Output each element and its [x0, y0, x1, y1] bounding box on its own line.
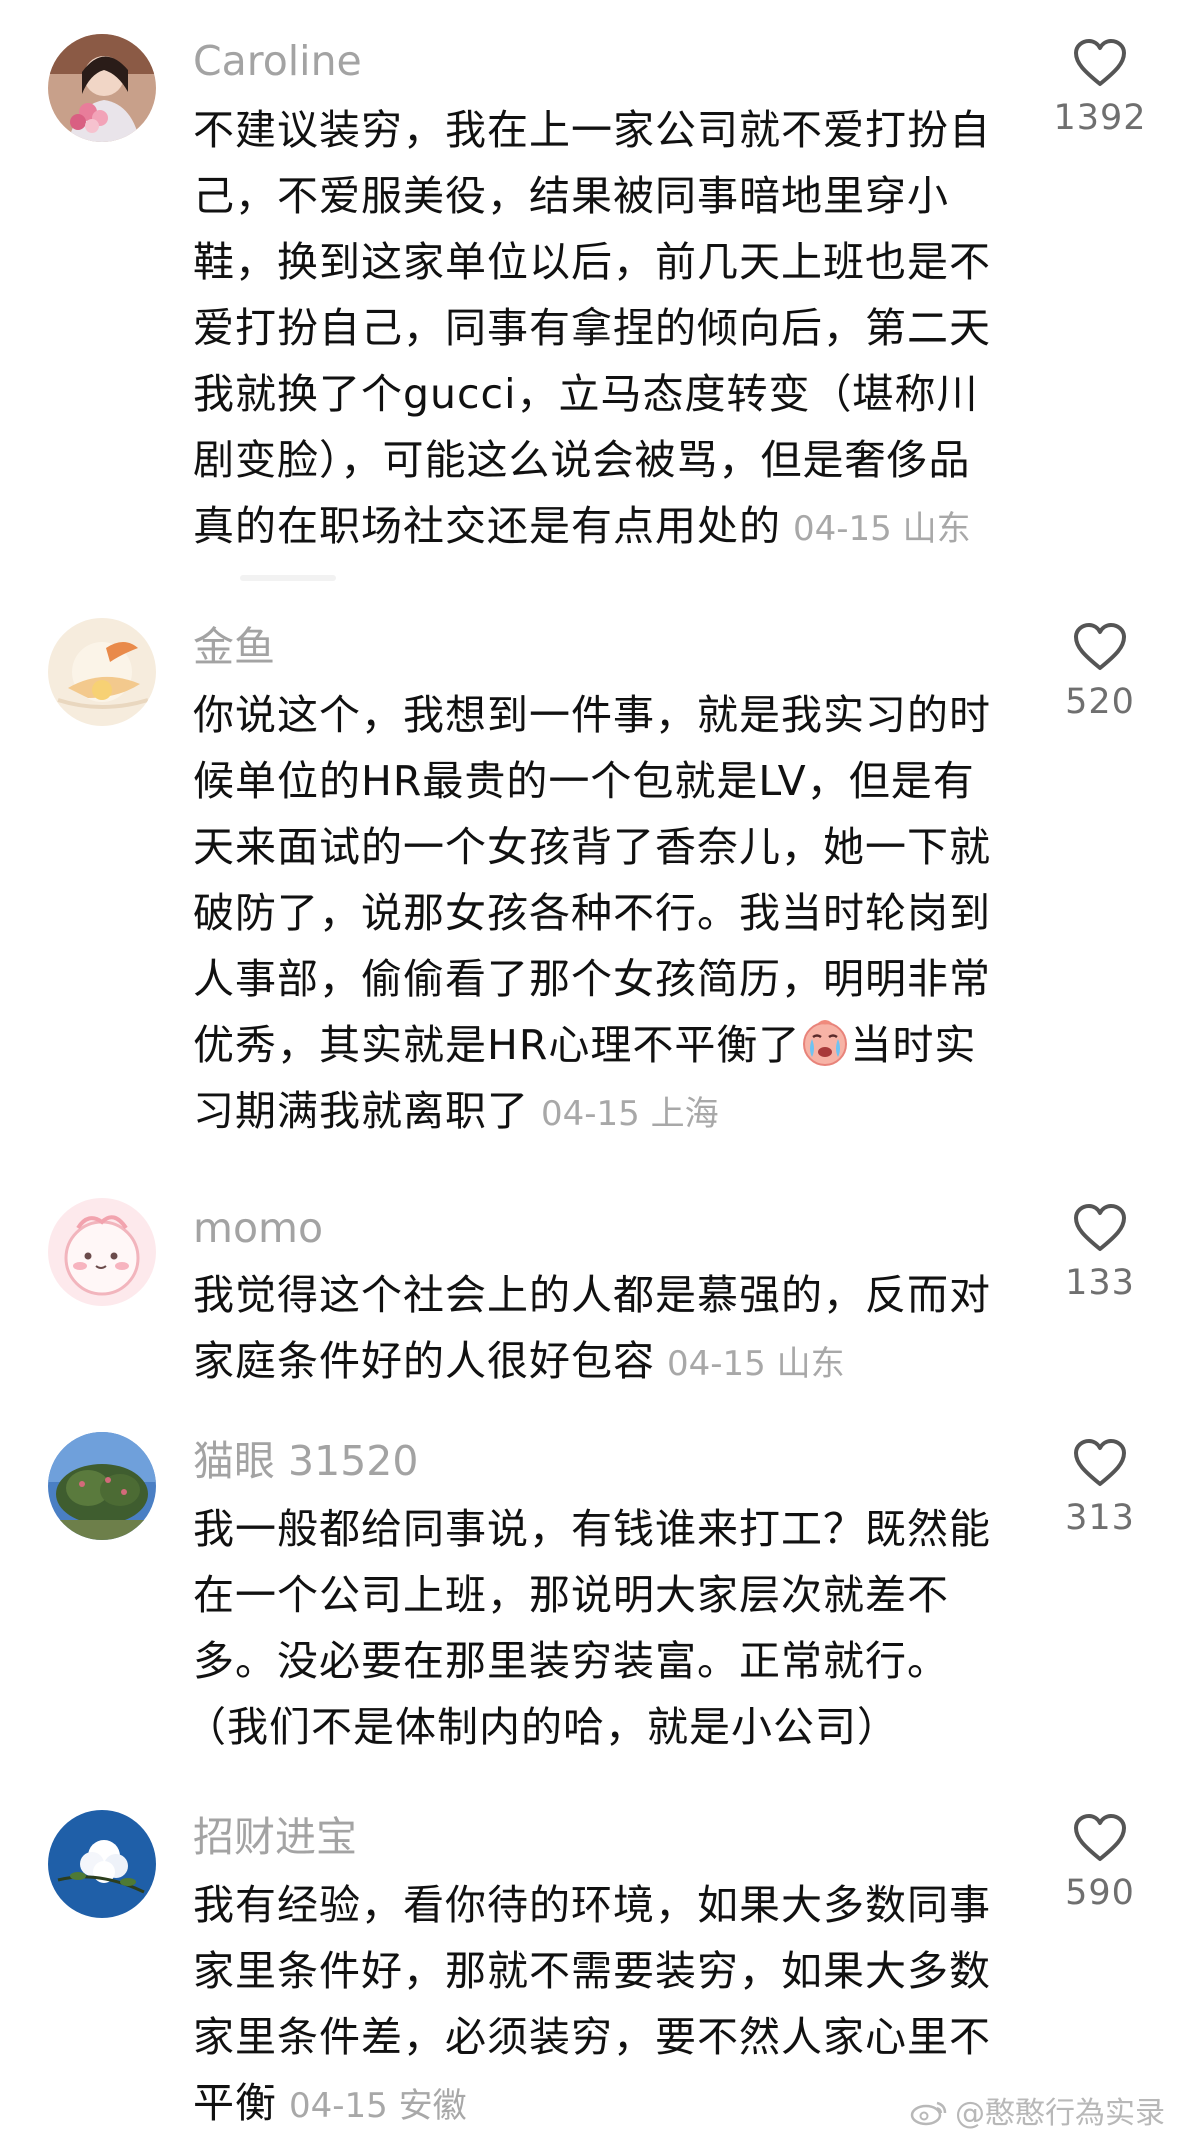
comment-line: 破防了，说那女孩各种不行。我当时轮岗到 — [193, 889, 991, 937]
comment-line: 人事部，偷偷看了那个女孩简历，明明非常 — [193, 955, 991, 1003]
avatar-image — [48, 618, 156, 726]
comment-line: 己，不爱服美役，结果被同事暗地里穿小 — [193, 172, 949, 220]
username[interactable]: momo — [193, 1203, 323, 1253]
comment-line: 不建议装穷，我在上一家公司就不爱打扮自 — [193, 106, 991, 154]
like-button[interactable]: 313 — [1045, 1438, 1155, 1538]
comment-meta: 04-15 安徽 — [289, 2086, 467, 2126]
comment-line: 我一般都给同事说，有钱谁来打工？既然能 — [193, 1505, 991, 1553]
avatar-image — [48, 1810, 156, 1918]
like-button[interactable]: 1392 — [1045, 38, 1155, 138]
comment-line: 爱打扮自己，同事有拿捏的倾向后，第二天 — [193, 304, 991, 352]
comment-line: 平衡 — [193, 2079, 277, 2127]
comment-meta: 04-15 上海 — [541, 1094, 719, 1134]
heart-outline-icon — [1074, 1204, 1126, 1251]
comment-text: 我有经验，看你待的环境，如果大多数同事 家里条件好，那就不需要装穷，如果大多数 … — [193, 1872, 1015, 2139]
like-button[interactable]: 133 — [1045, 1203, 1155, 1303]
like-button[interactable]: 590 — [1045, 1813, 1155, 1913]
username[interactable]: 招财进宝 — [193, 1812, 357, 1862]
weibo-logo-icon — [910, 2101, 947, 2126]
comment-line: 家庭条件好的人很好包容 — [193, 1337, 655, 1385]
comment-text: 不建议装穷，我在上一家公司就不爱打扮自 己，不爱服美役，结果被同事暗地里穿小 鞋… — [193, 97, 1015, 562]
comment-line: 鞋，换到这家单位以后，前几天上班也是不 — [193, 238, 991, 286]
comment-text: 我一般都给同事说，有钱谁来打工？既然能 在一个公司上班，那说明大家层次就差不 多… — [185, 1496, 1015, 1760]
comment-line: 我觉得这个社会上的人都是慕强的，反而对 — [193, 1271, 991, 1319]
like-count: 133 — [1065, 1263, 1135, 1303]
comment-line: 优秀，其实就是HR心理不平衡了 — [193, 1021, 801, 1069]
like-count: 520 — [1065, 682, 1135, 722]
comment-line: 习期满我就离职了 — [193, 1087, 529, 1135]
comment-line: 剧变脸），可能这么说会被骂，但是奢侈品 — [193, 436, 971, 484]
comment-line: 我有经验，看你待的环境，如果大多数同事 — [193, 1881, 991, 1929]
username[interactable]: Caroline — [193, 36, 362, 86]
comment-line: 真的在职场社交还是有点用处的 — [193, 502, 781, 550]
avatar-image — [48, 1198, 156, 1306]
comment-line: 家里条件好，那就不需要装穷，如果大多数 — [193, 1947, 991, 1995]
heart-outline-icon — [1074, 1814, 1126, 1861]
heart-outline-icon — [1074, 39, 1126, 86]
comment-meta: 04-15 山东 — [667, 1344, 845, 1384]
avatar-image — [48, 34, 156, 142]
comment-line: 在一个公司上班，那说明大家层次就差不 — [193, 1571, 949, 1619]
avatar[interactable] — [48, 1432, 156, 1540]
comment-line: 多。没必要在那里装穷装富。正常就行。 — [193, 1637, 949, 1685]
heart-outline-icon — [1074, 623, 1126, 670]
username[interactable]: 金鱼 — [193, 622, 275, 672]
comment-line: 候单位的HR最贵的一个包就是LV，但是有 — [193, 757, 975, 805]
username[interactable]: 猫眼 31520 — [193, 1436, 418, 1486]
comment-line: （我们不是体制内的哈，就是小公司） — [185, 1703, 899, 1751]
comment-line: 当时实 — [850, 1021, 977, 1069]
heart-outline-icon — [1074, 1439, 1126, 1486]
comment-line: 我就换了个gucci，立马态度转变（堪称川 — [193, 370, 979, 418]
watermark-text: @憨憨行為实录 — [955, 2096, 1165, 2131]
watermark: @憨憨行為实录 — [909, 2088, 1165, 2132]
crying-face-emoji — [803, 1020, 848, 1066]
like-count: 1392 — [1053, 98, 1147, 138]
avatar[interactable] — [48, 618, 156, 726]
comment-line: 家里条件差，必须装穷，要不然人家心里不 — [193, 2013, 991, 2061]
like-button[interactable]: 520 — [1045, 622, 1155, 722]
avatar[interactable] — [48, 1198, 156, 1306]
avatar-image — [48, 1432, 156, 1540]
comment-meta: 04-15 山东 — [793, 509, 971, 549]
comment-text: 我觉得这个社会上的人都是慕强的，反而对 家庭条件好的人很好包容 04-15 山东 — [193, 1262, 1015, 1397]
like-count: 590 — [1065, 1873, 1135, 1913]
collapsed-divider — [240, 575, 336, 581]
comment-line: 天来面试的一个女孩背了香奈儿，她一下就 — [193, 823, 991, 871]
avatar[interactable] — [48, 34, 156, 142]
comment-text: 你说这个，我想到一件事，就是我实习的时 候单位的HR最贵的一个包就是LV，但是有… — [193, 682, 1015, 1147]
avatar[interactable] — [48, 1810, 156, 1918]
like-count: 313 — [1065, 1498, 1135, 1538]
comment-line: 你说这个，我想到一件事，就是我实习的时 — [193, 691, 991, 739]
